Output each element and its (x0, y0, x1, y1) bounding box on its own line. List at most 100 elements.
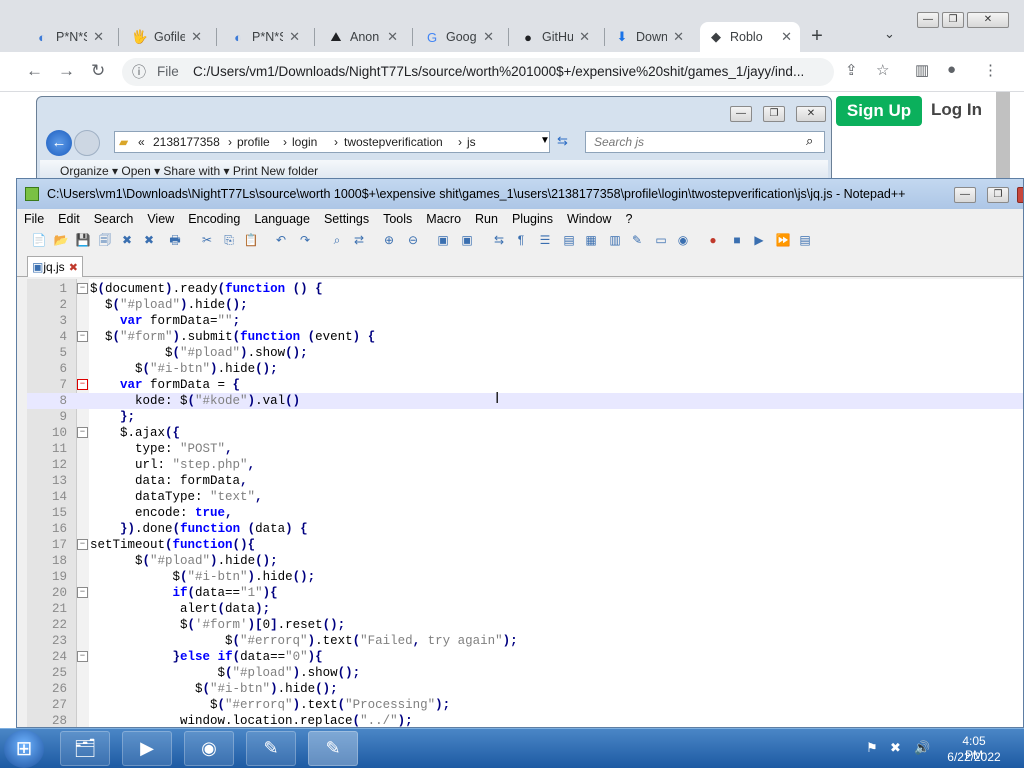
code-line[interactable]: 1− $(document).ready(function () { (27, 281, 1023, 297)
code-text[interactable]: setTimeout(function(){ (90, 537, 255, 553)
media-player-icon[interactable]: ▶ (122, 731, 172, 766)
find-icon[interactable]: ⌕ (329, 232, 345, 248)
fold-toggle-icon[interactable]: − (77, 283, 88, 294)
code-line[interactable]: 16 }).done(function (data) { (27, 521, 1023, 537)
sync-h-icon[interactable]: ▣ (459, 232, 475, 248)
breadcrumb-segment[interactable]: login (292, 135, 317, 149)
run-macro-multiple-icon[interactable]: ⏩ (775, 232, 791, 248)
tab-close-icon[interactable]: ✕ (191, 29, 202, 45)
notepad-icon[interactable]: ✎ (246, 731, 296, 766)
doc-map-icon[interactable]: ▦ (583, 232, 599, 248)
code-line[interactable]: 20− if(data=="1"){ (27, 585, 1023, 601)
code-text[interactable]: $("#i-btn").hide(); (90, 681, 338, 697)
explorer-icon[interactable]: 🗂 (60, 731, 110, 766)
breadcrumb-chevron-icon[interactable]: › (334, 135, 338, 149)
code-line[interactable]: 7− var formData = { (27, 377, 1023, 393)
breadcrumb-chevron-icon[interactable]: › (458, 135, 462, 149)
menu-item-macro[interactable]: Macro (419, 209, 468, 229)
code-text[interactable]: $("#pload").hide(); (90, 297, 248, 313)
code-line[interactable]: 3 var formData=""; (27, 313, 1023, 329)
record-macro-icon[interactable]: ● (705, 232, 721, 248)
code-line[interactable]: 12 url: "step.php", (27, 457, 1023, 473)
breadcrumb-segment[interactable]: profile (237, 135, 270, 149)
code-line[interactable]: 6 $("#i-btn").hide(); (27, 361, 1023, 377)
code-text[interactable]: $.ajax({ (90, 425, 180, 441)
explorer-forward-icon[interactable] (74, 130, 100, 156)
breadcrumb-chevron-icon[interactable]: « (138, 135, 145, 149)
menu-item-tools[interactable]: Tools (376, 209, 419, 229)
fold-toggle-icon[interactable]: − (77, 651, 88, 662)
code-text[interactable]: data: formData, (90, 473, 248, 489)
reload-icon[interactable]: ↻ (91, 61, 105, 81)
redo-icon[interactable]: ↷ (297, 232, 313, 248)
code-line[interactable]: 17− setTimeout(function(){ (27, 537, 1023, 553)
code-line[interactable]: 21 alert(data); (27, 601, 1023, 617)
code-line[interactable]: 15 encode: true, (27, 505, 1023, 521)
menu-item-search[interactable]: Search (87, 209, 141, 229)
code-line[interactable]: 24− }else if(data=="0"){ (27, 649, 1023, 665)
cut-icon[interactable]: ✂ (199, 232, 215, 248)
code-line[interactable]: 9 }; (27, 409, 1023, 425)
browser-tab[interactable]: ◐ P*N*S ✕ (26, 22, 112, 52)
code-line[interactable]: 4− $("#form").submit(function (event) { (27, 329, 1023, 345)
code-text[interactable]: alert(data); (90, 601, 270, 617)
menu-item-run[interactable]: Run (468, 209, 505, 229)
code-text[interactable]: $("#pload").hide(); (90, 553, 278, 569)
tab-close-icon[interactable]: ✕ (579, 29, 590, 45)
url-text[interactable]: C:/Users/vm1/Downloads/NightT77Ls/source… (193, 64, 833, 79)
code-text[interactable]: }; (90, 409, 135, 425)
browser-tab[interactable]: ◆ Roblo ✕ (700, 22, 800, 52)
code-text[interactable]: kode: $("#kode").val() (90, 393, 300, 409)
share-icon[interactable]: ⇪ (845, 61, 858, 79)
code-line[interactable]: 25 $("#pload").show(); (27, 665, 1023, 681)
side-panel-icon[interactable]: ▥ (915, 61, 929, 79)
menu-item-edit[interactable]: Edit (51, 209, 87, 229)
breadcrumb-chevron-icon[interactable]: › (283, 135, 287, 149)
browser-tab[interactable]: ⛰ Anon ✕ (320, 22, 406, 52)
start-button[interactable]: ⊞ (4, 730, 44, 768)
action-center-icon[interactable]: ✖ (890, 740, 901, 756)
doc-list-icon[interactable]: ▥ (607, 232, 623, 248)
breadcrumb-segment[interactable]: twostepverification (344, 135, 443, 149)
code-text[interactable]: if(data=="1"){ (90, 585, 278, 601)
breadcrumb-segment[interactable]: js (467, 135, 476, 149)
code-text[interactable]: $(document).ready(function () { (90, 281, 323, 297)
fold-toggle-icon[interactable]: − (77, 427, 88, 438)
explorer-back-icon[interactable]: ← (46, 130, 72, 156)
code-text[interactable]: $("#i-btn").hide(); (90, 361, 278, 377)
code-line[interactable]: 18 $("#pload").hide(); (27, 553, 1023, 569)
code-text[interactable]: $("#pload").show(); (90, 345, 308, 361)
code-line[interactable]: 8 kode: $("#kode").val() (27, 393, 1023, 409)
minimize-button[interactable]: — (917, 12, 939, 28)
network-icon[interactable]: ⚑ (866, 740, 878, 756)
copy-icon[interactable]: ⎘ (221, 232, 237, 248)
indent-guide-icon[interactable]: ☰ (537, 232, 553, 248)
code-text[interactable]: window.location.replace("../"); (90, 713, 413, 727)
code-line[interactable]: 19 $("#i-btn").hide(); (27, 569, 1023, 585)
code-line[interactable]: 10− $.ajax({ (27, 425, 1023, 441)
volume-icon[interactable]: 🔊 (914, 740, 930, 756)
log-in-link[interactable]: Log In (931, 100, 982, 120)
browser-tab[interactable]: ⬇ Down ✕ (606, 22, 692, 52)
save-icon[interactable]: 💾 (75, 232, 91, 248)
code-text[interactable]: var formData=""; (90, 313, 240, 329)
code-line[interactable]: 28 window.location.replace("../"); (27, 713, 1023, 727)
clock-date[interactable]: 6/22/2022 (944, 750, 1004, 764)
explorer-command-labels[interactable]: Organize ▾ Open ▾ Share with ▾ Print New… (60, 164, 318, 178)
close-icon[interactable]: ✖ (119, 232, 135, 248)
tab-close-icon[interactable]: ✕ (387, 29, 398, 45)
tab-close-icon[interactable]: ✕ (673, 29, 684, 45)
code-line[interactable]: 22 $('#form')[0].reset(); (27, 617, 1023, 633)
code-line[interactable]: 27 $("#errorq").text("Processing"); (27, 697, 1023, 713)
explorer-close-button[interactable]: ✕ (796, 106, 826, 122)
maximize-button[interactable]: ❐ (942, 12, 964, 28)
close-tab-icon[interactable]: ✖ (69, 262, 78, 274)
menu-item-file[interactable]: File (17, 209, 51, 229)
tab-search-icon[interactable]: ⌄ (884, 26, 895, 42)
code-line[interactable]: 13 data: formData, (27, 473, 1023, 489)
browser-tab[interactable]: 🖐 Gofile ✕ (124, 22, 210, 52)
show-all-chars-icon[interactable]: ¶ (513, 232, 529, 248)
code-text[interactable]: dataType: "text", (90, 489, 263, 505)
sign-up-button[interactable]: Sign Up (836, 96, 922, 126)
save-macro-icon[interactable]: ▤ (797, 232, 813, 248)
